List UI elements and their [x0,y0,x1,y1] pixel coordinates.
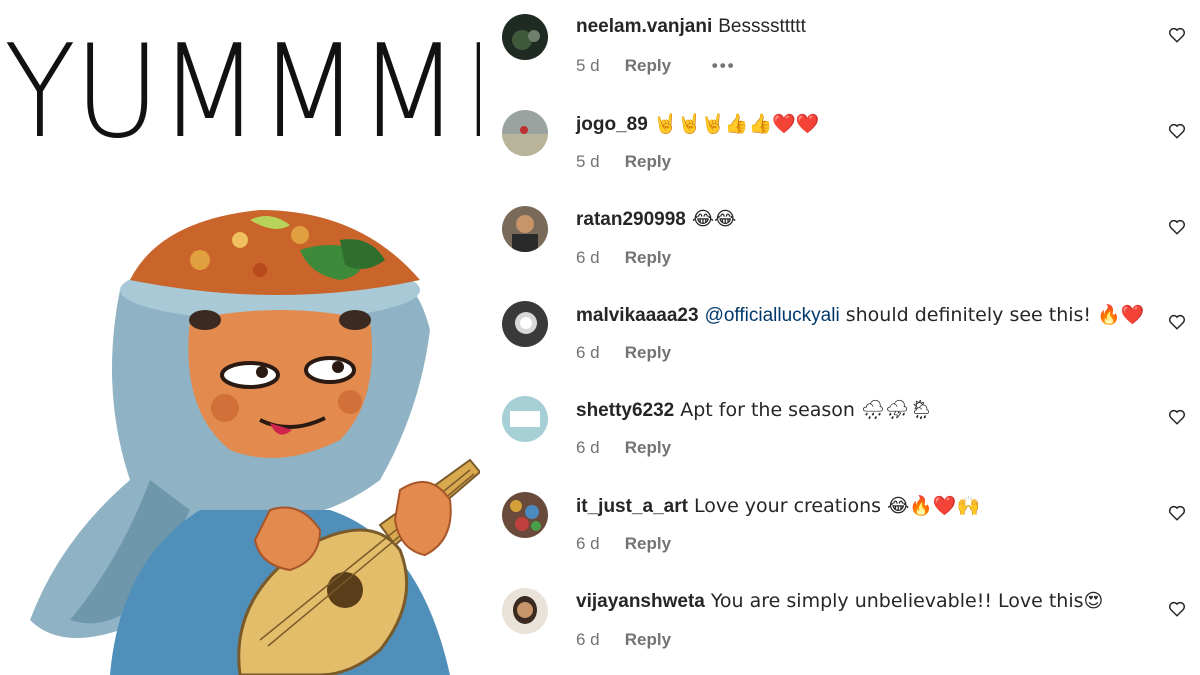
reply-button[interactable]: Reply [625,630,671,650]
comment-line: it_just_a_art Love your creations 😂🔥❤️🙌 [576,494,1156,518]
avatar-icon[interactable] [502,396,548,442]
avatar-icon[interactable] [502,14,548,60]
heart-icon[interactable] [1168,408,1186,426]
comment-meta: 5 d Reply ••• [576,56,736,76]
avatar-icon[interactable] [502,206,548,252]
comment-line: shetty6232 Apt for the season 🌧⛈🌦 [576,398,1156,422]
comment-line: ratan290998 😂😂 [576,208,1156,231]
reply-button[interactable]: Reply [625,534,671,554]
comment-time: 6 d [576,248,600,267]
headline-area: YUMMMMMM [4,18,480,168]
heart-icon[interactable] [1168,313,1186,331]
comment-meta: 6 d Reply [576,630,671,650]
right-hand [393,481,452,557]
comment-item: it_just_a_art Love your creations 😂🔥❤️🙌 6… [480,486,1200,576]
comment-text: 😂😂 [691,208,737,230]
comment-username[interactable]: shetty6232 [576,400,674,421]
post-image: YUMMMMMM [0,0,480,675]
comment-username[interactable]: jogo_89 [576,114,648,135]
reply-button[interactable]: Reply [625,343,671,363]
avatar-icon[interactable] [502,110,548,156]
reply-button[interactable]: Reply [625,56,671,76]
comment-line: neelam.vanjani Bessssttttt [576,16,1156,38]
comment-item: malvikaaaa23 @officialluckyali should def… [480,295,1200,385]
heart-icon[interactable] [1168,26,1186,44]
comment-line: vijayanshweta You are simply unbelievable… [576,590,1156,613]
comment-text: You are simply unbelievable!! Love this😍 [710,590,1104,612]
comment-text: should definitely see this! 🔥❤️ [839,304,1145,326]
comment-item: shetty6232 Apt for the season 🌧⛈🌦 6 d Rep… [480,390,1200,480]
comment-text: Bessssttttt [718,16,806,37]
comment-username[interactable]: it_just_a_art [576,496,688,517]
avatar-icon[interactable] [502,301,548,347]
heart-icon[interactable] [1168,218,1186,236]
comment-time: 5 d [576,152,600,171]
heart-icon[interactable] [1168,600,1186,618]
reply-button[interactable]: Reply [625,152,671,172]
comment-time: 6 d [576,630,600,649]
reply-button[interactable]: Reply [625,438,671,458]
comment-time: 5 d [576,56,600,75]
comment-time: 6 d [576,534,600,553]
avatar-icon[interactable] [502,588,548,634]
comment-item: neelam.vanjani Bessssttttt 5 d Reply ••• [480,8,1200,98]
character-illustration [30,210,480,675]
heart-icon[interactable] [1168,122,1186,140]
mention-link[interactable]: @officialluckyali [705,305,840,326]
comment-line: jogo_89 🤘🤘🤘👍👍❤️❤️ [576,112,1156,136]
comment-meta: 6 d Reply [576,534,671,554]
comments-panel: neelam.vanjani Bessssttttt 5 d Reply ••• … [480,0,1200,675]
comment-item: vijayanshweta You are simply unbelievable… [480,582,1200,672]
comment-text: Love your creations 😂🔥❤️🙌 [693,495,981,517]
comment-text: Apt for the season 🌧⛈🌦 [680,399,934,421]
reply-button[interactable]: Reply [625,248,671,268]
heart-icon[interactable] [1168,504,1186,522]
more-options-icon[interactable]: ••• [712,56,736,76]
comment-username[interactable]: neelam.vanjani [576,16,712,37]
headline-text: YUMMMMMM [4,18,480,167]
comment-item: ratan290998 😂😂 6 d Reply [480,200,1200,290]
comment-time: 6 d [576,343,600,362]
eye-right [304,356,356,384]
comment-meta: 6 d Reply [576,438,671,458]
avatar-icon[interactable] [502,492,548,538]
comment-time: 6 d [576,438,600,457]
comment-meta: 6 d Reply [576,343,671,363]
comment-username[interactable]: vijayanshweta [576,591,705,612]
comment-line: malvikaaaa23 @officialluckyali should def… [576,303,1156,327]
comment-username[interactable]: ratan290998 [576,209,686,230]
comment-meta: 6 d Reply [576,248,671,268]
comment-text: 🤘🤘🤘👍👍❤️❤️ [653,113,820,135]
comment-username[interactable]: malvikaaaa23 [576,305,699,326]
eye-left [220,361,280,389]
comment-item: jogo_89 🤘🤘🤘👍👍❤️❤️ 5 d Reply [480,104,1200,194]
comment-meta: 5 d Reply [576,152,671,172]
